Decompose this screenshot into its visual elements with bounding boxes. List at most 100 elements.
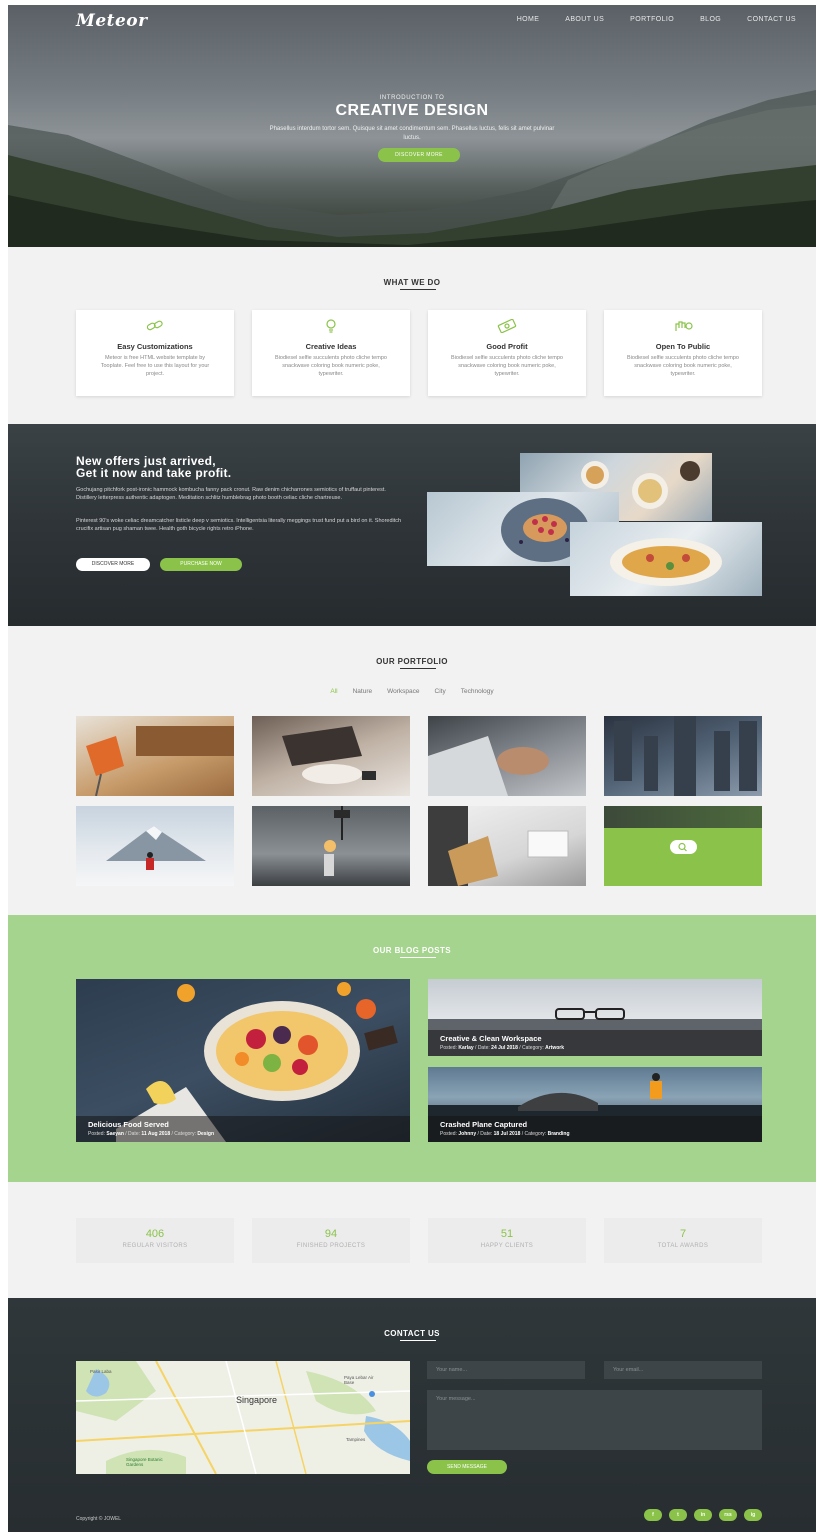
- service-card: Open To Public Biodiesel selfie succulen…: [604, 310, 762, 396]
- blog-title: OUR BLOG POSTS: [372, 946, 452, 955]
- instagram-icon[interactable]: ig: [744, 1509, 762, 1521]
- portfolio-filters: All Nature Workspace City Technology: [8, 688, 816, 695]
- nav-contact[interactable]: CONTACT US: [747, 16, 796, 23]
- blog-post-title[interactable]: Delicious Food Served: [88, 1120, 398, 1129]
- what-we-do-title: WHAT WE DO: [383, 278, 441, 287]
- rss-icon[interactable]: rss: [719, 1509, 737, 1521]
- card-text: Biodiesel selfie succulents photo cliche…: [275, 355, 387, 377]
- stat-box: 7 TOTAL AWARDS: [604, 1218, 762, 1263]
- stat-label: TOTAL AWARDS: [657, 1243, 709, 1249]
- facebook-icon[interactable]: f: [644, 1509, 662, 1521]
- portfolio-item[interactable]: [428, 806, 586, 886]
- filter-workspace[interactable]: Workspace: [387, 688, 419, 695]
- stat-number: 7: [679, 1228, 687, 1240]
- portfolio-title: OUR PORTFOLIO: [376, 657, 448, 666]
- blog-post-title[interactable]: Creative & Clean Workspace: [440, 1034, 750, 1043]
- filter-technology[interactable]: Technology: [461, 688, 494, 695]
- hero-section: Meteor HOME ABOUT US PORTFOLIO BLOG CONT…: [8, 5, 816, 247]
- card-text: Meteor is free HTML website template by …: [100, 355, 210, 377]
- copyright: Copyright © JOWEL: [76, 1516, 122, 1522]
- offers-paragraph: Pinterest 90's woke celiac dreamcatcher …: [76, 518, 402, 532]
- search-icon: [678, 842, 687, 852]
- filter-city[interactable]: City: [435, 688, 446, 695]
- hero-text: Phasellus interdum tortor sem. Quisque s…: [269, 126, 555, 141]
- main-nav: HOME ABOUT US PORTFOLIO BLOG CONTACT US: [517, 16, 796, 23]
- contact-section: CONTACT US Singapore Pasir Laba Singapor…: [8, 1298, 816, 1532]
- nav-portfolio[interactable]: PORTFOLIO: [630, 16, 674, 23]
- hand-icon: [675, 321, 693, 331]
- blog-post-card[interactable]: Crashed Plane Captured Posted: Johnny / …: [428, 1067, 762, 1142]
- message-field[interactable]: Your message...: [427, 1390, 762, 1450]
- portfolio-item-hover[interactable]: [604, 806, 762, 886]
- portfolio-item[interactable]: [252, 806, 410, 886]
- title-underline: [400, 1340, 436, 1341]
- service-card: Creative Ideas Biodiesel selfie succulen…: [252, 310, 410, 396]
- link-icon: [146, 320, 163, 331]
- send-message-button[interactable]: SEND MESSAGE: [427, 1460, 507, 1474]
- page: Meteor HOME ABOUT US PORTFOLIO BLOG CONT…: [8, 5, 816, 1532]
- offers-paragraph: Gochujang pitchfork post-ironic hammock …: [76, 487, 386, 501]
- discover-more-button[interactable]: DISCOVER MORE: [378, 148, 460, 162]
- nav-about[interactable]: ABOUT US: [565, 16, 604, 23]
- card-title: Good Profit: [486, 342, 528, 351]
- filter-all[interactable]: All: [330, 688, 337, 695]
- hero-intro: INTRODUCTION TO: [379, 95, 445, 101]
- offers-heading: New offers just arrived, Get it now and …: [76, 455, 231, 479]
- card-text: Biodiesel selfie succulents photo cliche…: [627, 355, 739, 377]
- nav-home[interactable]: HOME: [517, 16, 540, 23]
- portfolio-item[interactable]: [76, 716, 234, 796]
- stat-box: 51 HAPPY CLIENTS: [428, 1218, 586, 1263]
- stat-box: 94 FINISHED PROJECTS: [252, 1218, 410, 1263]
- card-title: Easy Customizations: [117, 342, 193, 351]
- map-place-label: Pasir Laba: [90, 1369, 112, 1374]
- blog-post-meta: Posted: Johnny / Date: 18 Jul 2018 / Cat…: [440, 1131, 570, 1137]
- food-photo-nachos: [570, 522, 762, 596]
- stat-label: HAPPY CLIENTS: [480, 1243, 534, 1249]
- lightbulb-icon: [326, 319, 336, 333]
- blog-caption: Crashed Plane Captured Posted: Johnny / …: [428, 1116, 762, 1142]
- nav-blog[interactable]: BLOG: [700, 16, 721, 23]
- offers-section: New offers just arrived, Get it now and …: [8, 424, 816, 626]
- map-place-label: Paya Lebar Air Base: [344, 1375, 374, 1385]
- blog-caption: Creative & Clean Workspace Posted: Karla…: [428, 1030, 762, 1056]
- linkedin-icon[interactable]: in: [694, 1509, 712, 1521]
- stat-label: FINISHED PROJECTS: [296, 1243, 366, 1249]
- offers-heading-line2: Get it now and take profit.: [76, 466, 232, 480]
- stat-box: 406 REGULAR VISITORS: [76, 1218, 234, 1263]
- portfolio-item[interactable]: [604, 716, 762, 796]
- zoom-button[interactable]: [670, 840, 697, 854]
- blog-post-title[interactable]: Crashed Plane Captured: [440, 1120, 750, 1129]
- stat-number: 94: [324, 1228, 338, 1240]
- purchase-now-button[interactable]: PURCHASE NOW: [160, 558, 242, 571]
- portfolio-item[interactable]: [76, 806, 234, 886]
- logo[interactable]: Meteor: [76, 11, 148, 31]
- portfolio-item[interactable]: [252, 716, 410, 796]
- money-icon: [497, 319, 517, 333]
- blog-post-meta: Posted: Karlay / Date: 24 Jul 2018 / Cat…: [440, 1045, 565, 1051]
- blog-post-meta: Posted: Saeyan / Date: 11 Aug 2018 / Cat…: [88, 1131, 215, 1137]
- stat-number: 51: [500, 1228, 514, 1240]
- card-text: Biodiesel selfie succulents photo cliche…: [451, 355, 563, 377]
- portfolio-item[interactable]: [428, 716, 586, 796]
- email-field[interactable]: Your email...: [604, 1361, 762, 1379]
- map-city-label: Singapore: [236, 1395, 278, 1405]
- title-underline: [400, 957, 436, 958]
- contact-title: CONTACT US: [384, 1329, 440, 1338]
- stat-label: REGULAR VISITORS: [122, 1243, 188, 1249]
- blog-section: OUR BLOG POSTS Delicious Food Served Pos…: [8, 915, 816, 1182]
- filter-nature[interactable]: Nature: [353, 688, 373, 695]
- card-title: Creative Ideas: [305, 342, 357, 351]
- discover-more-button[interactable]: DISCOVER MORE: [76, 558, 150, 571]
- blog-caption: Delicious Food Served Posted: Saeyan / D…: [76, 1116, 410, 1142]
- map[interactable]: Singapore Pasir Laba Singapore Botanic G…: [76, 1361, 410, 1474]
- twitter-icon[interactable]: t: [669, 1509, 687, 1521]
- map-place-label: Singapore Botanic Gardens: [126, 1457, 163, 1467]
- blog-post-card[interactable]: Creative & Clean Workspace Posted: Karla…: [428, 979, 762, 1056]
- service-card: Easy Customizations Meteor is free HTML …: [76, 310, 234, 396]
- hero-title: CREATIVE DESIGN: [335, 102, 489, 119]
- card-title: Open To Public: [655, 342, 711, 351]
- name-field[interactable]: Your name...: [427, 1361, 585, 1379]
- map-place-label: Tampines: [346, 1437, 366, 1442]
- blog-post-card[interactable]: Delicious Food Served Posted: Saeyan / D…: [76, 979, 410, 1142]
- title-underline: [400, 668, 436, 669]
